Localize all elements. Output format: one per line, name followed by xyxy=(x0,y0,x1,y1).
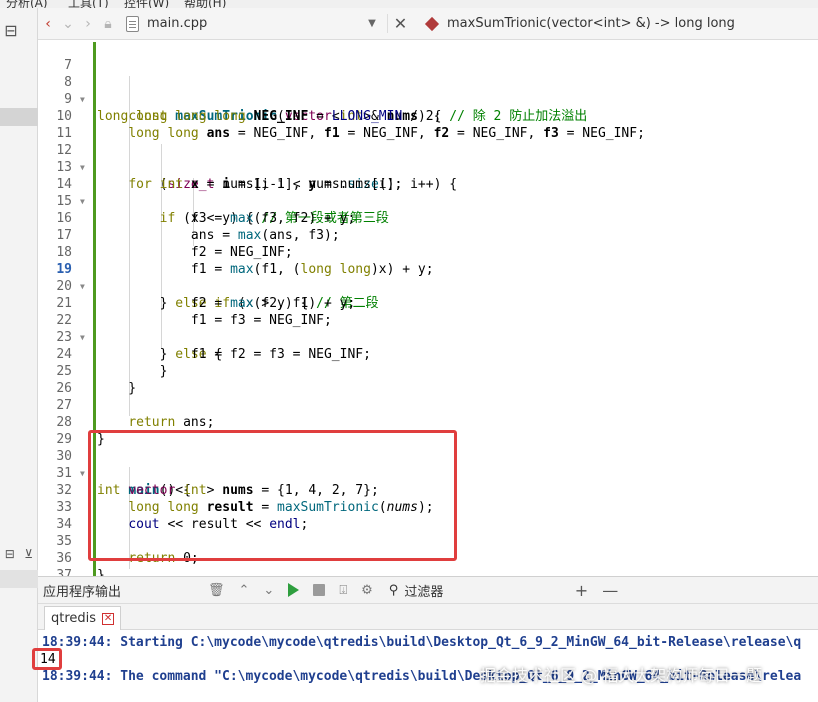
code-line: 14 ▼ if (x < y) { // 第一段或者第三段 xyxy=(38,159,818,226)
sidebar-selected-item[interactable] xyxy=(0,108,38,126)
tab-label: qtredis xyxy=(51,611,97,626)
code-line: 11 xyxy=(38,108,818,141)
search-icon: ⚲ xyxy=(388,582,399,598)
output-line: 18:39:44: Starting C:\mycode\mycode\qtre… xyxy=(42,635,802,650)
code-editor[interactable]: 7 8 ▼ long long maxSumTrionic(vector<int… xyxy=(38,40,818,589)
code-line: 32 long long result = maxSumTrionic(nums… xyxy=(38,465,818,515)
code-line: 35 return 0; xyxy=(38,516,818,566)
code-line: 34 xyxy=(38,499,818,532)
code-line: 37 xyxy=(38,550,818,583)
menu-analyze[interactable]: 分析(A) xyxy=(6,0,48,8)
watermark: 掘金技术社区 @ 福大大架构师每日一题 xyxy=(480,666,763,685)
lock-icon[interactable]: 🔒︎ xyxy=(98,16,118,32)
code-line: 25 } xyxy=(38,346,818,396)
output-tabs: qtredis ✕ xyxy=(38,604,818,630)
code-line: 19 ▼ } else if (x > y) { // 第二段 xyxy=(38,244,818,311)
code-line: 7 xyxy=(38,40,818,73)
code-line: 27 return ans; xyxy=(38,380,818,430)
function-icon xyxy=(424,16,440,31)
code-line: 26 xyxy=(38,363,818,396)
back-icon[interactable]: ‹ xyxy=(38,16,58,32)
code-line: 13 int x = nums[i-1], y = nums[i]; xyxy=(38,142,818,192)
menu-bar: 分析(A) 工具(T) 控件(W) 帮助(H) xyxy=(0,0,818,8)
arrow-up-icon[interactable]: ⌃ xyxy=(239,583,250,598)
editor-toolbar: ‹ ⌄ › 🔒︎ main.cpp ▼ ✕ maxSumTrionic(vect… xyxy=(38,8,818,40)
sidebar-tab-icon[interactable]: ⊟ xyxy=(0,20,22,42)
filter-field[interactable]: ⚲ 过滤器 xyxy=(389,581,569,600)
code-line: 16 ans = max(ans, f3); xyxy=(38,193,818,243)
dropdown-small-icon[interactable]: ⌄ xyxy=(58,16,78,32)
code-line: 33 cout << result << endl; xyxy=(38,482,818,532)
file-combo-arrow-icon[interactable]: ▼ xyxy=(357,18,387,29)
minus-icon[interactable]: — xyxy=(602,581,618,600)
code-line: 28 } xyxy=(38,397,818,447)
code-line: 17 f2 = NEG_INF; xyxy=(38,210,818,260)
code-line: 9 const long long NEG_INF = LLONG_MIN / … xyxy=(38,74,818,124)
code-line: 24 } xyxy=(38,329,818,379)
code-line: 12 ▼ for (size_t i = 1; i < nums.size();… xyxy=(38,125,818,192)
code-line: 29 xyxy=(38,414,818,447)
filter-placeholder: 过滤器 xyxy=(404,584,444,600)
sidebar-bottom-icons: ⊟ ⊻ xyxy=(0,544,38,564)
code-line: 23 f1 = f2 = f3 = NEG_INF; xyxy=(38,312,818,362)
output-panel-title: 应用程序输出 xyxy=(43,584,122,600)
code-line: 30 ▼ int main() { xyxy=(38,431,818,498)
code-line: 36 } xyxy=(38,533,818,583)
split-icon[interactable]: ⊟ xyxy=(5,547,15,561)
output-toolbar: 🗑︎ ⌃ ⌄ ⍗ ⚙ xyxy=(208,583,373,598)
function-selector[interactable]: maxSumTrionic(vector<int> &) -> long lon… xyxy=(447,16,735,31)
code-line: 21 f1 = f3 = NEG_INF; xyxy=(38,278,818,328)
tab-qtredis[interactable]: qtredis ✕ xyxy=(44,606,122,630)
trash-icon[interactable]: 🗑︎ xyxy=(208,583,225,598)
dropdown-icon[interactable]: ⊻ xyxy=(24,547,33,561)
close-icon[interactable]: ✕ xyxy=(387,14,413,33)
output-panel-header: 应用程序输出 🗑︎ ⌃ ⌄ ⍗ ⚙ ⚲ 过滤器 + — xyxy=(38,576,818,604)
sidebar-selected-item-2[interactable] xyxy=(0,570,38,588)
gear-icon[interactable]: ⚙ xyxy=(361,583,373,598)
plus-icon[interactable]: + xyxy=(575,581,588,600)
file-icon xyxy=(126,15,139,32)
menu-widgets[interactable]: 控件(W) xyxy=(124,0,169,8)
code-line: 22 ▼ } else { xyxy=(38,295,818,362)
attach-icon[interactable]: ⍗ xyxy=(339,583,347,598)
code-line: 10 long long ans = NEG_INF, f1 = NEG_INF… xyxy=(38,91,818,141)
tab-close-icon[interactable]: ✕ xyxy=(102,612,115,625)
menu-tools[interactable]: 工具(T) xyxy=(68,0,109,8)
code-line: 8 ▼ long long maxSumTrionic(vector<int>&… xyxy=(38,57,818,124)
stop-icon[interactable] xyxy=(313,584,326,596)
menu-help[interactable]: 帮助(H) xyxy=(184,0,226,8)
file-name[interactable]: main.cpp xyxy=(147,16,357,31)
code-line: 15 f3 = max(f3, f2) + y; xyxy=(38,176,818,226)
code-line: 20 f2 = max(f2, f1) + y; xyxy=(38,261,818,311)
code-line: 18 f1 = max(f1, (long long)x) + y; xyxy=(38,227,818,277)
highlight-box-result xyxy=(32,648,62,670)
code-line: 31 vector<int> nums = {1, 4, 2, 7}; xyxy=(38,448,818,498)
forward-icon[interactable]: › xyxy=(78,16,98,32)
run-icon[interactable] xyxy=(288,583,300,597)
arrow-down-icon[interactable]: ⌄ xyxy=(263,583,274,598)
left-sidebar: ⊟ ⊟ ⊻ xyxy=(0,8,38,702)
